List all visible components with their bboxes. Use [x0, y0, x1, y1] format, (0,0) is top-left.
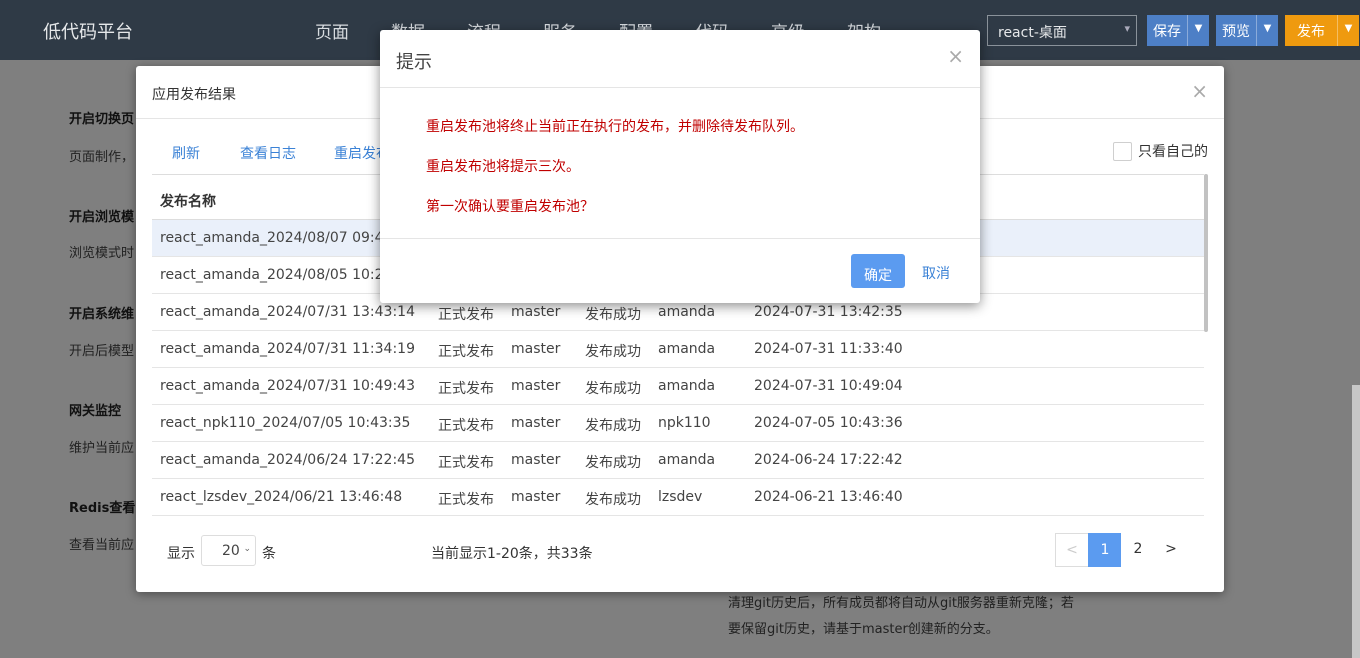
- cell-branch: master: [511, 489, 561, 505]
- cell-status: 发布成功: [585, 492, 641, 508]
- cell-branch: master: [511, 415, 561, 431]
- cell-status: 发布成功: [585, 418, 641, 434]
- cell-publish-name: react_amanda_2024/07/31 11:34:19: [160, 341, 415, 357]
- project-select-value: react-桌面: [998, 25, 1067, 41]
- cell-publish-type: 正式发布: [438, 307, 494, 323]
- table-row[interactable]: react_lzsdev_2024/06/21 13:46:48 正式发布 mast…: [152, 479, 1204, 516]
- close-icon[interactable]: ×: [947, 44, 964, 68]
- cell-branch: master: [511, 378, 561, 394]
- page-size-select[interactable]: 20 ⌄: [201, 535, 256, 566]
- cell-publish-name: react_lzsdev_2024/06/21 13:46:48: [160, 489, 403, 505]
- page-button-1[interactable]: 1: [1088, 533, 1122, 567]
- cell-publish-name: react_amanda_2024/07/31 13:43:14: [160, 304, 415, 320]
- cell-branch: master: [511, 304, 561, 320]
- project-select[interactable]: react-桌面 ▾: [987, 15, 1137, 46]
- cell-publish-name: react_amanda_2024/08/07 09:42:: [160, 230, 398, 246]
- cell-status: 发布成功: [585, 307, 641, 323]
- page-size-prefix: 显示: [167, 546, 195, 562]
- table-row[interactable]: react_amanda_2024/07/31 11:34:19 正式发布 mast…: [152, 331, 1204, 368]
- app-brand: 低代码平台: [43, 22, 133, 43]
- save-button[interactable]: 保存: [1147, 15, 1187, 46]
- chevron-down-icon: ▾: [1124, 22, 1130, 35]
- next-page-button[interactable]: >: [1154, 533, 1188, 567]
- preview-split-button: 预览 ▼: [1216, 15, 1278, 46]
- cell-status: 发布成功: [585, 455, 641, 471]
- cell-user: amanda: [658, 378, 716, 394]
- dialog-message-1: 重启发布池将终止当前正在执行的发布，并删除待发布队列。: [426, 119, 804, 135]
- cell-publish-name: react_amanda_2024/06/24 17:22:45: [160, 452, 415, 468]
- dialog-message-3: 第一次确认要重启发布池？: [426, 199, 594, 215]
- dialog-title: 提示: [396, 52, 432, 73]
- cell-publish-type: 正式发布: [438, 344, 494, 360]
- cell-user: npk110: [658, 415, 711, 431]
- cell-time: 2024-07-31 10:49:04: [754, 378, 903, 394]
- page-button-2[interactable]: 2: [1121, 533, 1155, 567]
- publish-button[interactable]: 发布: [1285, 15, 1337, 46]
- cell-time: 2024-06-21 13:46:40: [754, 489, 903, 505]
- cell-publish-type: 正式发布: [438, 455, 494, 471]
- chevron-down-icon: ⌄: [243, 544, 251, 554]
- cell-time: 2024-07-05 10:43:36: [754, 415, 903, 431]
- page-scrollbar[interactable]: [1352, 385, 1360, 658]
- publish-dropdown-caret-icon[interactable]: ▼: [1337, 15, 1359, 46]
- save-split-button: 保存 ▼: [1147, 15, 1209, 46]
- cell-time: 2024-07-31 11:33:40: [754, 341, 903, 357]
- nav-item-pages[interactable]: 页面: [315, 18, 349, 43]
- cell-status: 发布成功: [585, 381, 641, 397]
- cell-publish-name: react_amanda_2024/07/31 10:49:43: [160, 378, 415, 394]
- cell-user: lzsdev: [658, 489, 703, 505]
- cell-publish-name: react_npk110_2024/07/05 10:43:35: [160, 415, 411, 431]
- cell-publish-type: 正式发布: [438, 418, 494, 434]
- only-mine-checkbox[interactable]: [1113, 141, 1132, 161]
- cell-publish-type: 正式发布: [438, 381, 494, 397]
- cell-time: 2024-06-24 17:22:42: [754, 452, 903, 468]
- save-dropdown-caret-icon[interactable]: ▼: [1187, 15, 1209, 46]
- prev-page-button[interactable]: <: [1055, 533, 1089, 567]
- cell-user: amanda: [658, 341, 716, 357]
- cell-status: 发布成功: [585, 344, 641, 360]
- table-row[interactable]: react_amanda_2024/07/31 10:49:43 正式发布 mast…: [152, 368, 1204, 405]
- page-size-value: 20: [222, 543, 240, 559]
- pagination: < 1 2 >: [1055, 533, 1188, 567]
- table-row[interactable]: react_amanda_2024/06/24 17:22:45 正式发布 mast…: [152, 442, 1204, 479]
- close-icon[interactable]: ×: [1191, 79, 1208, 103]
- refresh-link[interactable]: 刷新: [172, 143, 200, 163]
- only-mine-label: 只看自己的: [1138, 144, 1208, 160]
- confirm-dialog: 提示 × 重启发布池将终止当前正在执行的发布，并删除待发布队列。 重启发布池将提…: [380, 30, 980, 303]
- table-row[interactable]: react_npk110_2024/07/05 10:43:35 正式发布 mast…: [152, 405, 1204, 442]
- cell-user: amanda: [658, 452, 716, 468]
- divider: [380, 87, 980, 88]
- page-size-suffix: 条: [262, 546, 276, 562]
- dialog-message-2: 重启发布池将提示三次。: [426, 159, 580, 175]
- cell-user: amanda: [658, 304, 716, 320]
- pagination-info: 当前显示1-20条，共33条: [431, 546, 593, 562]
- column-header-name[interactable]: 发布名称: [160, 191, 216, 211]
- table-scrollbar[interactable]: [1204, 174, 1208, 332]
- publish-split-button: 发布 ▼: [1285, 15, 1359, 46]
- preview-button[interactable]: 预览: [1216, 15, 1256, 46]
- cell-publish-type: 正式发布: [438, 492, 494, 508]
- only-mine-filter[interactable]: 只看自己的: [1113, 141, 1208, 161]
- confirm-button[interactable]: 确定: [851, 254, 905, 288]
- divider: [380, 238, 980, 239]
- modal-title: 应用发布结果: [152, 87, 236, 103]
- cell-branch: master: [511, 341, 561, 357]
- cancel-button[interactable]: 取消: [922, 263, 950, 283]
- cell-branch: master: [511, 452, 561, 468]
- cell-time: 2024-07-31 13:42:35: [754, 304, 903, 320]
- preview-dropdown-caret-icon[interactable]: ▼: [1256, 15, 1278, 46]
- cell-publish-name: react_amanda_2024/08/05 10:29:: [160, 267, 398, 283]
- view-log-link[interactable]: 查看日志: [240, 143, 296, 163]
